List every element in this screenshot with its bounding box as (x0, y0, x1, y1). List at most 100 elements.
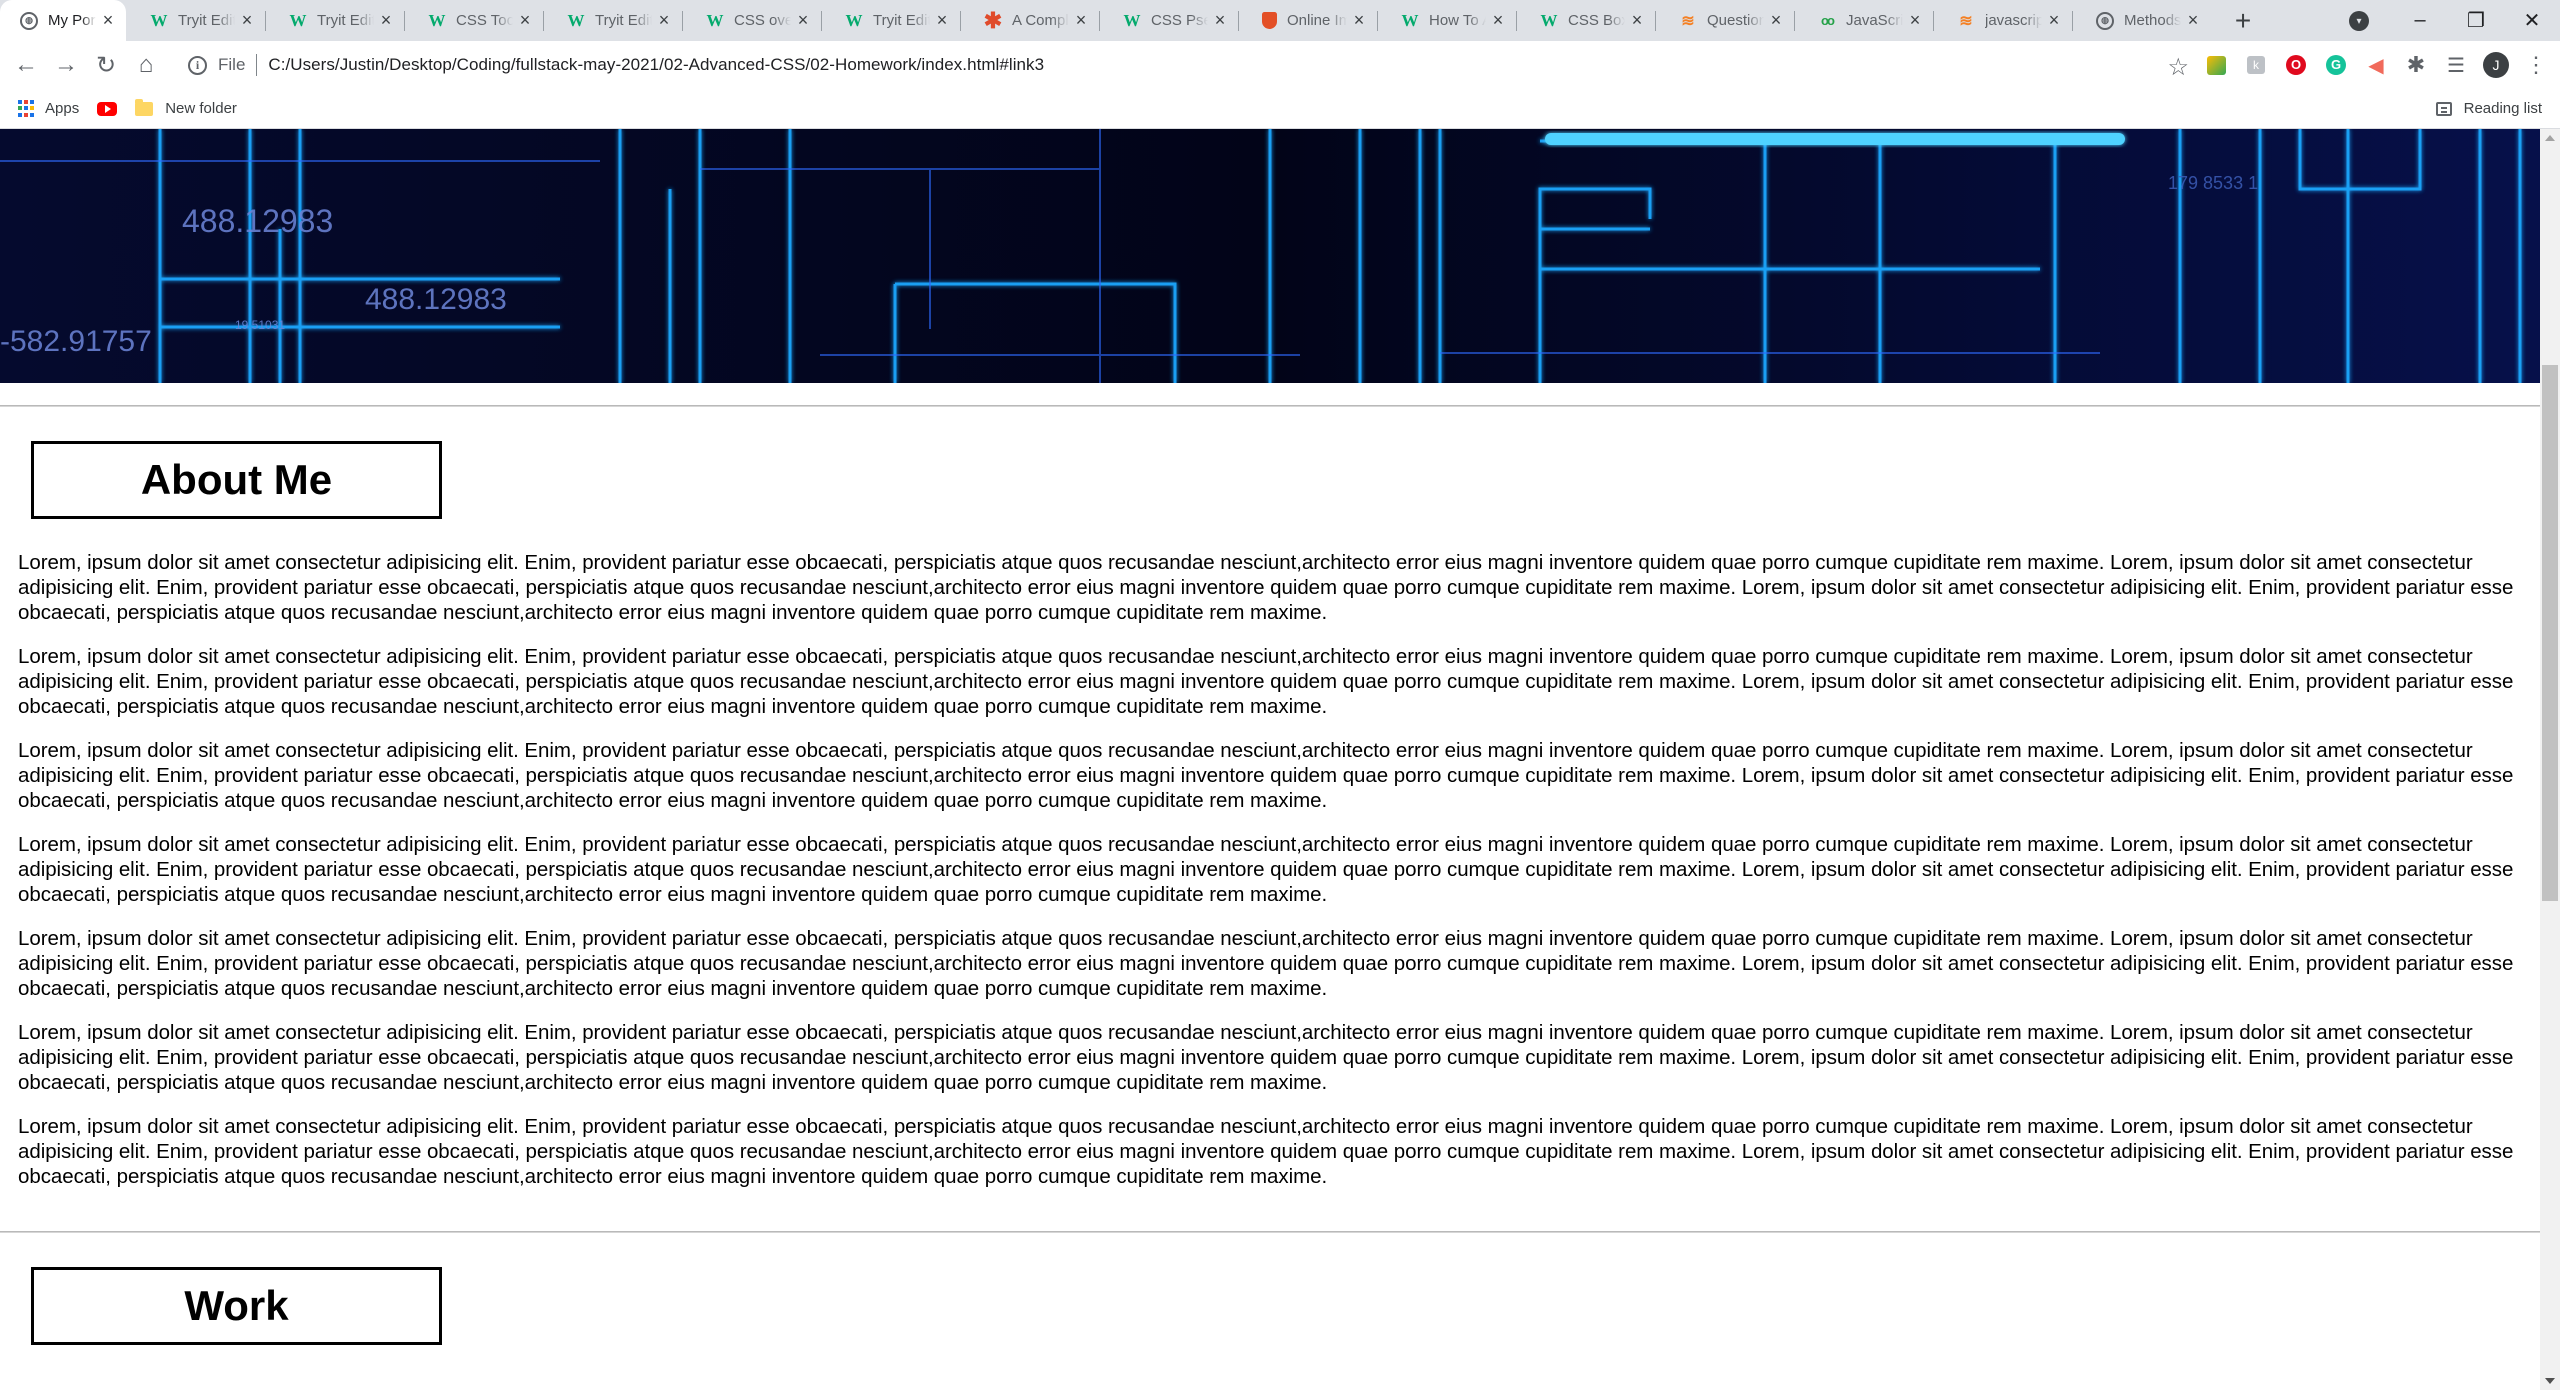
extension-button[interactable]: O (2276, 45, 2316, 85)
reading-list-icon (2435, 101, 2452, 116)
globe-icon: ◍ (20, 11, 38, 30)
tab-strip: ◍My Portfolio×WTryit Editor×WTryit Edito… (0, 0, 2560, 41)
back-button[interactable]: ← (6, 45, 46, 85)
restore-button[interactable]: ❐ (2448, 0, 2504, 41)
tab-close-icon[interactable]: × (100, 10, 116, 31)
browser-tab[interactable]: ≋ Question × (1655, 0, 1794, 41)
browser-tab[interactable]: W Tryit Editor× (821, 0, 960, 41)
bookmark-apps[interactable]: Apps (18, 100, 79, 117)
hero-number: 488.12983 (365, 283, 507, 316)
tab-close-icon[interactable]: × (239, 10, 255, 31)
scroll-thumb[interactable] (2542, 365, 2558, 901)
browser-tab[interactable]: W CSS Tooltip× (404, 0, 543, 41)
bookmark-label: New folder (165, 100, 237, 117)
extension-button[interactable]: ◀ (2356, 45, 2396, 85)
bookmark-star-icon[interactable]: ☆ (2167, 53, 2189, 82)
info-icon[interactable]: i (188, 55, 207, 75)
browser-tab[interactable]: Online Image× (1238, 0, 1377, 41)
scroll-up-arrow-icon[interactable] (2545, 135, 2555, 141)
browser-tab[interactable]: W How To Add× (1377, 0, 1516, 41)
tab-close-icon[interactable]: × (1490, 10, 1506, 31)
tab-close-icon[interactable]: × (2046, 10, 2062, 31)
reload-button[interactable]: ↻ (86, 45, 126, 85)
minimize-button[interactable]: – (2392, 0, 2448, 41)
tab-label: JavaScript (1846, 12, 1903, 29)
tab-label: CSS overflow (734, 12, 791, 29)
extension-button[interactable]: G (2316, 45, 2356, 85)
address-divider (256, 54, 258, 76)
browser-tab[interactable]: W Tryit Editor× (126, 0, 265, 41)
browser-tab[interactable]: W Tryit Editor× (543, 0, 682, 41)
browser-tab[interactable]: W CSS overflow× (682, 0, 821, 41)
about-paragraph: Lorem, ipsum dolor sit amet consectetur … (18, 739, 2514, 812)
about-paragraph: Lorem, ipsum dolor sit amet consectetur … (18, 645, 2514, 718)
url-text[interactable]: C:/Users/Justin/Desktop/Coding/fullstack… (268, 55, 1044, 75)
browser-tab[interactable]: oo JavaScript× (1794, 0, 1933, 41)
work-heading: Work (31, 1267, 442, 1345)
circuit-lines-graphic: 488.12983 488.12983 -582.91757 179 8533 … (0, 129, 2540, 383)
tab-label: Online Image (1287, 12, 1347, 29)
playlist-icon: ☰ (2447, 54, 2465, 77)
extension-button[interactable]: k (2236, 45, 2276, 85)
hero-number: 179 8533 1 (2168, 173, 2258, 193)
tab-close-icon[interactable]: × (656, 10, 672, 31)
puzzle-icon: ✱ (2406, 52, 2426, 77)
tab-close-icon[interactable]: × (2185, 10, 2201, 31)
browser-tab[interactable]: ◍ Methods × (2072, 0, 2211, 41)
folder-icon (135, 98, 154, 116)
address-bar[interactable]: i File C:/Users/Justin/Desktop/Coding/fu… (176, 45, 2189, 85)
tab-close-icon[interactable]: × (517, 10, 533, 31)
tab-label: CSS Box (1568, 12, 1625, 29)
browser-toolbar: ← → ↻ ⌂ i File C:/Users/Justin/Desktop/C… (0, 41, 2560, 89)
tab-close-icon[interactable]: × (1768, 10, 1784, 31)
tab-label: Tryit Editor (873, 12, 930, 29)
browser-tab[interactable]: W Tryit Editor× (265, 0, 404, 41)
tab-close-icon[interactable]: × (1907, 10, 1923, 31)
extension-button[interactable] (2196, 45, 2236, 85)
home-button[interactable]: ⌂ (126, 45, 166, 85)
bookmark-label: Apps (45, 100, 80, 117)
tab-search-icon[interactable]: ▾ (2349, 11, 2369, 31)
new-tab-button[interactable]: + (2223, 0, 2263, 41)
avatar: J (2483, 52, 2509, 78)
glow-bar (1545, 133, 2125, 145)
apps-grid-icon (18, 100, 35, 117)
browser-tab[interactable]: ✱ A Complete× (960, 0, 1099, 41)
browser-tab[interactable]: W CSS Box × (1516, 0, 1655, 41)
w3schools-icon: W (428, 10, 446, 30)
about-paragraph: Lorem, ipsum dolor sit amet consectetur … (18, 833, 2514, 906)
tab-close-icon[interactable]: × (934, 10, 950, 31)
browser-tab[interactable]: W CSS Pseudo× (1099, 0, 1238, 41)
menu-button[interactable]: ⋮ (2516, 45, 2556, 85)
about-paragraph: Lorem, ipsum dolor sit amet consectetur … (18, 1021, 2514, 1094)
tab-label: CSS Tooltip (456, 12, 513, 29)
page-scrollbar[interactable] (2540, 129, 2560, 1390)
hero-banner-image: 488.12983 488.12983 -582.91757 179 8533 … (0, 129, 2540, 383)
close-window-button[interactable]: ✕ (2504, 0, 2560, 41)
extension-k-icon: k (2247, 56, 2265, 74)
w3schools-icon: W (150, 10, 168, 30)
tab-close-icon[interactable]: × (1212, 10, 1228, 31)
section-divider (0, 405, 2540, 407)
tab-close-icon[interactable]: × (1073, 10, 1089, 31)
scroll-down-arrow-icon[interactable] (2545, 1378, 2555, 1384)
media-controls-button[interactable]: ☰ (2436, 45, 2476, 85)
browser-tab[interactable]: ≋ javascript× (1933, 0, 2072, 41)
tab-close-icon[interactable]: × (795, 10, 811, 31)
tab-close-icon[interactable]: × (1351, 10, 1367, 31)
about-paragraph: Lorem, ipsum dolor sit amet consectetur … (18, 1115, 2514, 1188)
bookmark-new-folder[interactable]: New folder (135, 98, 237, 117)
tab-label: CSS Pseudo (1151, 12, 1208, 29)
tab-label: Question (1707, 12, 1764, 29)
extensions-button[interactable]: ✱ (2396, 45, 2436, 85)
tab-close-icon[interactable]: × (378, 10, 394, 31)
stackoverflow-icon: ≋ (1959, 12, 1973, 30)
about-paragraph: Lorem, ipsum dolor sit amet consectetur … (18, 551, 2514, 624)
tab-label: How To Add (1429, 12, 1486, 29)
profile-button[interactable]: J (2476, 45, 2516, 85)
browser-tab[interactable]: ◍ My Portfolio× (0, 0, 126, 41)
reading-list-button[interactable]: Reading list (2435, 100, 2542, 117)
tab-close-icon[interactable]: × (1629, 10, 1645, 31)
forward-button[interactable]: → (46, 45, 86, 85)
bookmark-youtube[interactable] (97, 101, 118, 116)
